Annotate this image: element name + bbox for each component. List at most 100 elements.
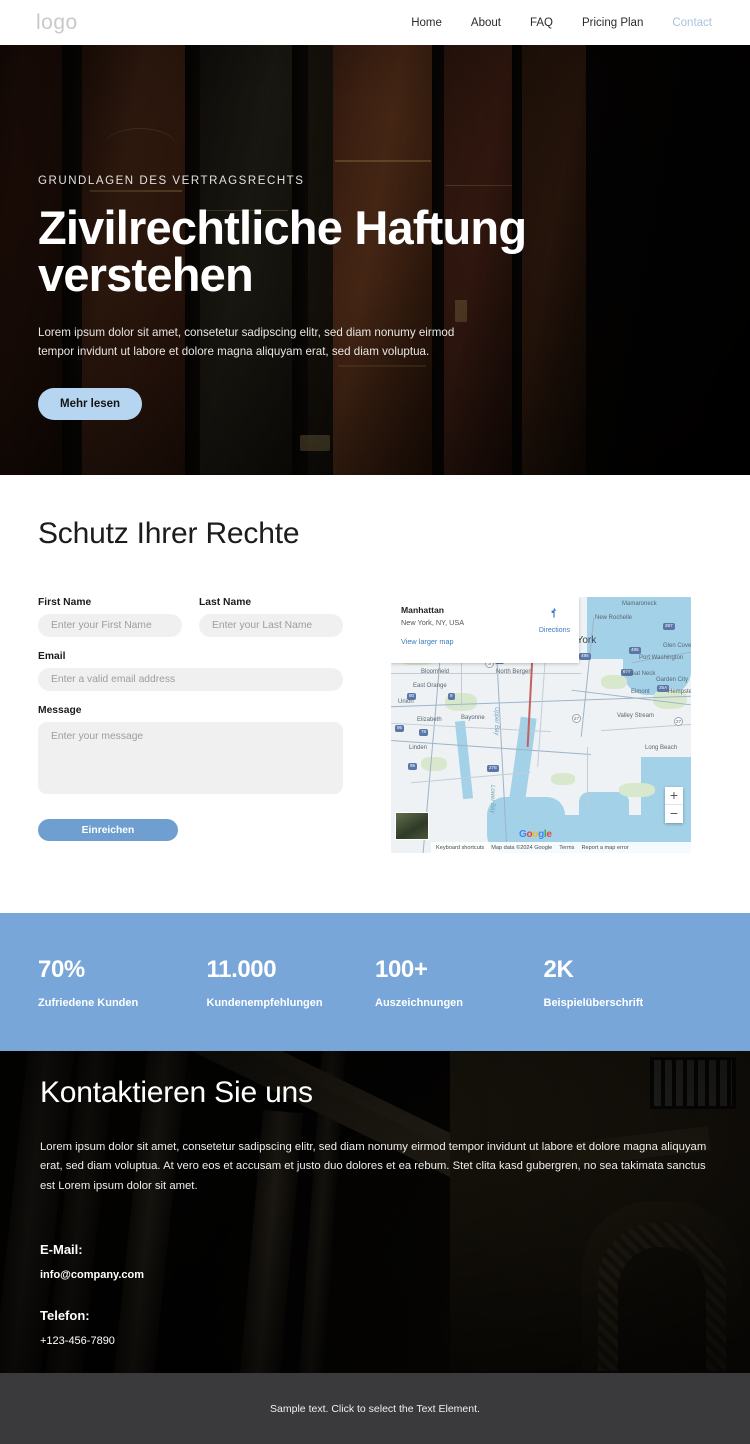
first-name-input[interactable]	[38, 614, 182, 637]
email-input[interactable]	[38, 668, 343, 691]
route-circle: 27	[572, 714, 581, 723]
nav-item-about[interactable]: About	[471, 17, 501, 29]
contact-content: Kontaktieren Sie uns Lorem ipsum dolor s…	[0, 1051, 750, 1347]
route-shield: 495	[629, 647, 641, 654]
stat-label: Kundenempfehlungen	[206, 996, 323, 1009]
nav-item-pricing-plan[interactable]: Pricing Plan	[582, 17, 643, 29]
hero-description: Lorem ipsum dolor sit amet, consetetur s…	[38, 326, 455, 358]
route-shield: 95	[408, 763, 418, 770]
route-shield: 495	[579, 653, 591, 660]
directions-icon	[552, 607, 557, 618]
section-title: Schutz Ihrer Rechte	[38, 517, 300, 550]
map-zoom-in-button[interactable]: +	[665, 787, 683, 805]
first-name-group: First Name	[38, 597, 182, 637]
view-larger-map-link[interactable]: View larger map	[401, 637, 569, 646]
route-shield: 287	[663, 623, 675, 630]
route-shield: 95	[395, 725, 405, 732]
map-label-hempstead: Hempstead	[668, 689, 691, 695]
last-name-input[interactable]	[199, 614, 343, 637]
map-label-bayonne: Bayonne	[461, 715, 485, 721]
map-label-glen-cove: Glen Cove	[663, 643, 691, 649]
hero-section: GRUNDLAGEN DES VERTRAGSRECHTS Zivilrecht…	[0, 45, 750, 475]
map-label-north-bergen: North Bergen	[496, 669, 532, 675]
site-logo[interactable]: logo	[36, 11, 78, 35]
site-footer: Sample text. Click to select the Text El…	[0, 1373, 750, 1444]
map-label-elizabeth: Elizabeth	[417, 717, 442, 723]
stats-band: 70% Zufriedene Kunden 11.000 Kundenempfe…	[0, 913, 750, 1051]
contact-form-section: Schutz Ihrer Rechte First Name Last Name…	[0, 475, 750, 913]
stat-number: 100+	[375, 955, 428, 983]
route-shield: 9	[448, 693, 455, 700]
terms-link[interactable]: Terms	[559, 845, 574, 851]
contact-section: Kontaktieren Sie uns Lorem ipsum dolor s…	[0, 1051, 750, 1373]
nav-item-faq[interactable]: FAQ	[530, 17, 553, 29]
contact-form: First Name Last Name Email Message	[38, 597, 343, 841]
message-label: Message	[38, 705, 82, 716]
map-data-attribution: Map data ©2024 Google	[491, 844, 553, 851]
stat-number: 70%	[38, 955, 85, 983]
email-heading: E-Mail:	[40, 1242, 83, 1258]
email-label: Email	[38, 651, 66, 662]
stat-item: 100+ Auszeichnungen	[375, 956, 544, 1009]
map-label-valley-stream: Valley Stream	[617, 713, 654, 719]
footer-sample-text[interactable]: Sample text. Click to select the Text El…	[270, 1403, 480, 1415]
stat-number: 11.000	[206, 955, 277, 983]
map-label-union: Union	[398, 699, 414, 705]
map-label-new-rochelle: New Rochelle	[595, 615, 633, 621]
map-label-bloomfield: Bloomfield	[421, 669, 450, 675]
map-label-upper-bay: Upper Bay	[493, 707, 499, 736]
google-logo: Google	[519, 829, 552, 840]
report-map-error-link[interactable]: Report a map error	[581, 845, 628, 851]
map-label-mamaroneck: Mamaroneck	[622, 601, 657, 607]
phone-heading: Telefon:	[40, 1308, 90, 1324]
nav-item-contact[interactable]: Contact	[672, 17, 712, 29]
message-group: Message	[38, 705, 343, 794]
map-label-east-orange: East Orange	[413, 683, 447, 689]
map-attribution-bar: Keyboard shortcuts Map data ©2024 Google…	[431, 842, 691, 853]
email-value[interactable]: info@company.com	[40, 1269, 712, 1281]
contact-description: Lorem ipsum dolor sit amet, consetetur s…	[40, 1141, 707, 1192]
route-circle: 27	[674, 717, 683, 726]
map-label-elmont: Elmont	[631, 689, 650, 695]
hero-content: GRUNDLAGEN DES VERTRAGSRECHTS Zivilrecht…	[38, 175, 598, 420]
stat-label: Zufriedene Kunden	[38, 996, 139, 1009]
map-label-port-washington: Port Washington	[639, 655, 684, 661]
last-name-label: Last Name	[199, 597, 252, 608]
site-header: logo Home About FAQ Pricing Plan Contact	[0, 0, 750, 45]
route-shield: 278	[487, 765, 499, 772]
stat-item: 2K Beispielüberschrift	[544, 956, 713, 1009]
map-label-long-beach: Long Beach	[645, 745, 678, 751]
stat-item: 70% Zufriedene Kunden	[38, 956, 207, 1009]
stat-label: Auszeichnungen	[375, 996, 464, 1009]
nav-item-home[interactable]: Home	[411, 17, 442, 29]
route-shield: 78	[419, 729, 429, 736]
map-label-lower-bay: Lower Bay	[489, 785, 495, 814]
map-zoom-controls[interactable]: + −	[665, 787, 683, 823]
submit-button[interactable]: Einreichen	[38, 819, 178, 841]
first-name-label: First Name	[38, 597, 92, 608]
main-navigation: Home About FAQ Pricing Plan Contact	[411, 17, 712, 29]
map-satellite-toggle[interactable]	[395, 812, 429, 840]
stat-number: 2K	[543, 955, 574, 983]
form-map-row: First Name Last Name Email Message	[38, 597, 712, 853]
stat-item: 11.000 Kundenempfehlungen	[207, 956, 376, 1009]
keyboard-shortcuts-link[interactable]: Keyboard shortcuts	[436, 845, 484, 851]
hero-eyebrow: GRUNDLAGEN DES VERTRAGSRECHTS	[38, 175, 305, 187]
message-textarea[interactable]	[38, 722, 343, 794]
map-zoom-out-button[interactable]: −	[665, 805, 683, 823]
stat-label: Beispielüberschrift	[543, 996, 644, 1009]
last-name-group: Last Name	[199, 597, 343, 637]
hero-read-more-button[interactable]: Mehr lesen	[38, 387, 143, 420]
map-info-card: Manhattan New York, NY, USA View larger …	[391, 597, 579, 663]
email-group: Email	[38, 651, 343, 691]
map-label-great-neck: Great Neck	[625, 671, 656, 677]
phone-value[interactable]: +123-456-7890	[40, 1335, 712, 1347]
hero-title: Zivilrechtliche Haftung verstehen	[38, 201, 527, 301]
contact-title: Kontaktieren Sie uns	[40, 1076, 313, 1109]
directions-button[interactable]: Directions	[539, 606, 570, 634]
google-map[interactable]: 80 95 78 95 278 95 278 495 495 678 25A 2…	[391, 597, 691, 853]
map-label-linden: Linden	[409, 745, 428, 751]
page-root: logo Home About FAQ Pricing Plan Contact	[0, 0, 750, 1444]
name-fields-row: First Name Last Name	[38, 597, 343, 651]
map-label-garden-city: Garden City	[656, 677, 689, 683]
